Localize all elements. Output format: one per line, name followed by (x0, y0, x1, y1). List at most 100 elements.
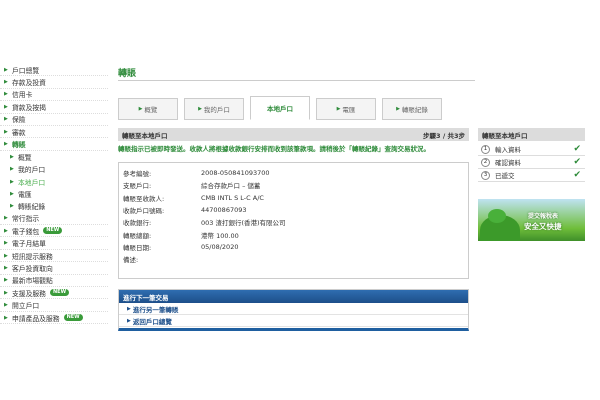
arrow-right-icon: ▶ (4, 264, 8, 271)
sidebar-item-label: 戶口總覽 (12, 66, 40, 75)
step-label: 確認資料 (495, 159, 521, 167)
arrow-right-icon: ▶ (4, 116, 8, 123)
transfer-box-header: 轉賬至本地戶口 步驟3 / 共3步 (118, 128, 469, 141)
tab-label: 我的戶口 (203, 106, 230, 114)
sidebar-item[interactable]: ▶ 轉賬紀錄 (0, 200, 108, 212)
sidebar-item[interactable]: ▶ 保險 (0, 114, 108, 126)
sidebar-item-label: 概覽 (18, 153, 32, 162)
sidebar-item[interactable]: ▶ 審款 (0, 126, 108, 139)
step-item: 1 輸入資料 ✔ (478, 143, 585, 156)
arrow-right-icon: ▶ (4, 91, 8, 98)
sidebar-item[interactable]: ▶ 支援及服務 NEW (0, 287, 108, 300)
detail-label: 收款戶口號碼: (123, 207, 165, 216)
tab-label: 電匯 (342, 106, 356, 114)
tab-label: 轉賬紀錄 (401, 106, 428, 114)
detail-value: 44700867093 (201, 206, 247, 215)
detail-label: 支賬戶口: (123, 182, 152, 191)
sidebar-item[interactable]: ▶ 常行指示 (0, 213, 108, 226)
banner-character-graphic (488, 209, 506, 223)
tab[interactable]: ▶ 我的戶口 (184, 98, 244, 120)
sidebar-item[interactable]: ▶ 我的戶口 (0, 163, 108, 175)
tax-return-banner[interactable]: 提交報稅表 安全又快捷 (478, 199, 585, 241)
sidebar-item[interactable]: ▶ 最新市場觀點 (0, 275, 108, 288)
arrow-right-icon: ▶ (138, 106, 143, 112)
arrow-right-icon: ▶ (10, 203, 14, 210)
sidebar-item-label: 電匯 (18, 191, 32, 200)
sidebar-item[interactable]: ▶ 轉賬 (0, 138, 108, 151)
sidebar-item[interactable]: ▶ 電子錢包 NEW (0, 225, 108, 238)
next-transaction-box: 進行下一筆交易 ▶ 進行另一筆轉賬 ▶ 返回戶口總覽 (118, 289, 469, 331)
tab[interactable]: ▶ 概覽 (118, 98, 178, 120)
sidebar-item[interactable]: ▶ 電子月結單 (0, 237, 108, 250)
sidebar-item[interactable]: ▶ 信用卡 (0, 89, 108, 102)
sidebar-item[interactable]: ▶ 短訊提示服務 (0, 250, 108, 263)
sidebar-item-label: 申請產品及服務 (12, 314, 60, 323)
arrow-right-icon: ▶ (4, 141, 8, 148)
sidebar-item-label: 電子錢包 (12, 227, 40, 236)
detail-row: 轉賬日期: 05/08/2020 (119, 241, 468, 253)
detail-row: 參考編號: 2008-050841093700 (119, 167, 468, 179)
sidebar-item[interactable]: ▶ 電匯 (0, 188, 108, 200)
arrow-right-icon: ▶ (4, 66, 8, 73)
sidebar-item-label: 審款 (12, 128, 26, 137)
new-badge: NEW (63, 314, 83, 321)
detail-label: 轉賬至收款人: (123, 194, 165, 203)
step-number: 3 (481, 170, 490, 180)
tab[interactable]: ▶ 轉賬紀錄 (382, 98, 442, 120)
sidebar-item[interactable]: ▶ 存款及投資 (0, 76, 108, 89)
sidebar-item-label: 開立戶口 (12, 302, 40, 311)
banner-line2: 安全又快捷 (524, 222, 562, 231)
arrow-right-icon: ▶ (4, 314, 8, 321)
sidebar-item[interactable]: ▶ 客戶投資取向 (0, 262, 108, 275)
steps-panel-title: 轉賬至本地戶口 (478, 128, 585, 141)
arrow-right-icon: ▶ (127, 305, 131, 312)
back-to-overview-link[interactable]: ▶ 返回戶口總覽 (119, 315, 468, 327)
arrow-right-icon: ▶ (4, 302, 8, 309)
sidebar-item[interactable]: ▶ 本地戶口 (0, 176, 108, 188)
sidebar-item-label: 短訊提示服務 (12, 252, 53, 261)
sidebar-item[interactable]: ▶ 貸款及按揭 (0, 101, 108, 114)
detail-value: CMB INTL S L-C A/C (201, 193, 264, 202)
sidebar-item[interactable]: ▶ 戶口總覽 (0, 64, 108, 77)
detail-value: 003 渣打銀行(香港)有限公司 (201, 219, 286, 228)
detail-row: 轉賬總額: 港幣 100.00 (119, 228, 468, 240)
tab[interactable]: 本地戶口 (250, 96, 310, 120)
step-number: 2 (481, 157, 490, 167)
back-to-overview-label: 返回戶口總覽 (132, 317, 172, 326)
sidebar-item[interactable]: ▶ 申請產品及服務 NEW (0, 312, 108, 325)
sidebar-item-label: 支援及服務 (12, 289, 46, 298)
sidebar-item-label: 轉賬 (12, 141, 26, 150)
tab[interactable]: ▶ 電匯 (316, 98, 376, 120)
sidebar-item-label: 本地戶口 (18, 178, 46, 187)
arrow-right-icon: ▶ (10, 166, 14, 173)
detail-label: 參考編號: (123, 170, 152, 179)
step-indicator: 步驟3 / 共3步 (423, 131, 465, 140)
transfer-details: 參考編號: 2008-050841093700 支賬戶口: 綜合存款戶口 – 儲蓄轉賬… (118, 162, 469, 279)
title-divider (118, 80, 475, 81)
new-badge: NEW (49, 289, 70, 297)
step-item: 2 確認資料 ✔ (478, 156, 585, 169)
sidebar-item-label: 貸款及按揭 (12, 103, 46, 112)
detail-row: 收款銀行: 003 渣打銀行(香港)有限公司 (119, 216, 468, 228)
sidebar-nav: ▶ 戶口總覽 ▶ 存款及投資 ▶ 信用卡 ▶ 貸款及按揭 ▶ 保險 ▶ 審款 ▶ 轉賬 ▶ 概覽 ▶ 我的戶口 ▶ 本… (0, 64, 108, 325)
arrow-right-icon: ▶ (4, 128, 8, 135)
detail-row: 收款戶口號碼: 44700867093 (119, 204, 468, 216)
sidebar-item[interactable]: ▶ 概覽 (0, 151, 108, 163)
step-label: 已遞交 (495, 172, 515, 180)
detail-value: 綜合存款戶口 – 儲蓄 (201, 182, 261, 191)
arrow-right-icon: ▶ (336, 106, 341, 112)
arrow-right-icon: ▶ (4, 215, 8, 222)
another-transfer-link[interactable]: ▶ 進行另一筆轉賬 (119, 303, 468, 315)
next-transaction-title: 進行下一筆交易 (119, 290, 468, 303)
arrow-right-icon: ▶ (396, 106, 400, 112)
another-transfer-label: 進行另一筆轉賬 (132, 305, 179, 314)
arrow-right-icon: ▶ (4, 79, 8, 86)
detail-label: 轉賬日期: (123, 243, 152, 252)
arrow-right-icon: ▶ (4, 277, 8, 284)
detail-label: 收款銀行: (123, 219, 152, 228)
sidebar-item-label: 保險 (12, 116, 26, 125)
sidebar-item-label: 存款及投資 (12, 79, 46, 88)
sidebar-item[interactable]: ▶ 開立戶口 (0, 299, 108, 312)
transfer-box-title: 轉賬至本地戶口 (122, 131, 168, 140)
sidebar-item-label: 轉賬紀錄 (18, 203, 46, 212)
